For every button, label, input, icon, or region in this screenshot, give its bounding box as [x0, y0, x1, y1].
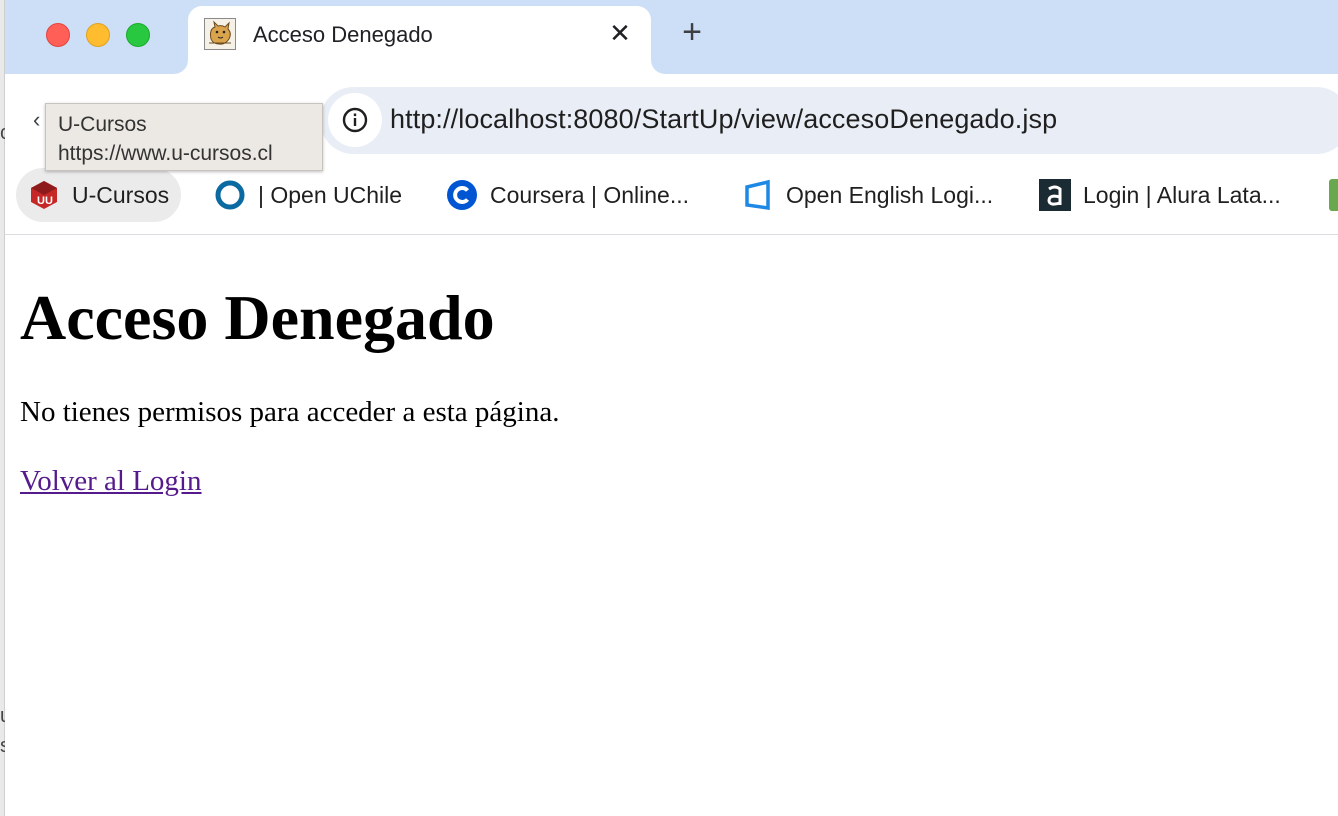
close-tab-icon[interactable]: ✕	[606, 19, 634, 47]
tab-title: Acceso Denegado	[253, 22, 433, 47]
bookmark-tooltip: U-Cursos https://www.u-cursos.cl	[45, 103, 323, 171]
ucursos-icon: U U	[31, 181, 57, 209]
close-window-button[interactable]	[46, 23, 70, 47]
bookmark-open-english[interactable]: Open English Logi...	[742, 168, 993, 222]
ring-icon	[215, 180, 245, 210]
url-text: http://localhost:8080/StartUp/view/acces…	[390, 104, 1058, 134]
alura-icon	[1039, 179, 1071, 211]
tab-acceso-denegado[interactable]: Acceso Denegado ✕	[188, 6, 651, 74]
page-title: Acceso Denegado	[20, 282, 495, 353]
tab-strip: Acceso Denegado ✕ +	[5, 0, 1338, 74]
minimize-window-button[interactable]	[86, 23, 110, 47]
bookmark-u-cursos[interactable]: U U U-Cursos	[16, 168, 182, 222]
site-info-icon[interactable]	[328, 93, 382, 147]
tooltip-title: U-Cursos	[58, 113, 147, 136]
bookmark-label: Open English Logi...	[786, 181, 994, 208]
bookmarks-bar: U U U-Cursos | Open UChile Coursera | On…	[5, 168, 1338, 235]
access-denied-message: No tienes permisos para acceder a esta p…	[20, 396, 560, 428]
bookmark-label: U-Cursos	[72, 181, 170, 208]
svg-text:U: U	[37, 195, 45, 207]
svg-text:U: U	[45, 195, 53, 207]
bookmark-partial[interactable]	[1329, 168, 1338, 222]
bookmark-alura[interactable]: Login | Alura Lata...	[1039, 168, 1281, 222]
address-bar[interactable]: http://localhost:8080/StartUp/view/acces…	[320, 87, 1338, 154]
coursera-icon	[447, 180, 477, 210]
maximize-window-button[interactable]	[126, 23, 150, 47]
page-content: Acceso Denegado No tienes permisos para …	[5, 236, 1338, 816]
bookmark-label: Login | Alura Lata...	[1083, 181, 1281, 208]
tomcat-icon	[204, 18, 236, 50]
green-square-icon	[1329, 179, 1338, 211]
bookmark-label: | Open UChile	[258, 181, 403, 208]
tooltip-url: https://www.u-cursos.cl	[58, 142, 273, 165]
back-to-login-link[interactable]: Volver al Login	[20, 465, 202, 498]
open-english-icon	[745, 179, 770, 211]
bookmark-open-uchile[interactable]: | Open UChile	[214, 168, 402, 222]
new-tab-button[interactable]: +	[675, 15, 709, 50]
bookmark-label: Coursera | Online...	[490, 181, 690, 208]
bookmark-coursera[interactable]: Coursera | Online...	[446, 168, 689, 222]
